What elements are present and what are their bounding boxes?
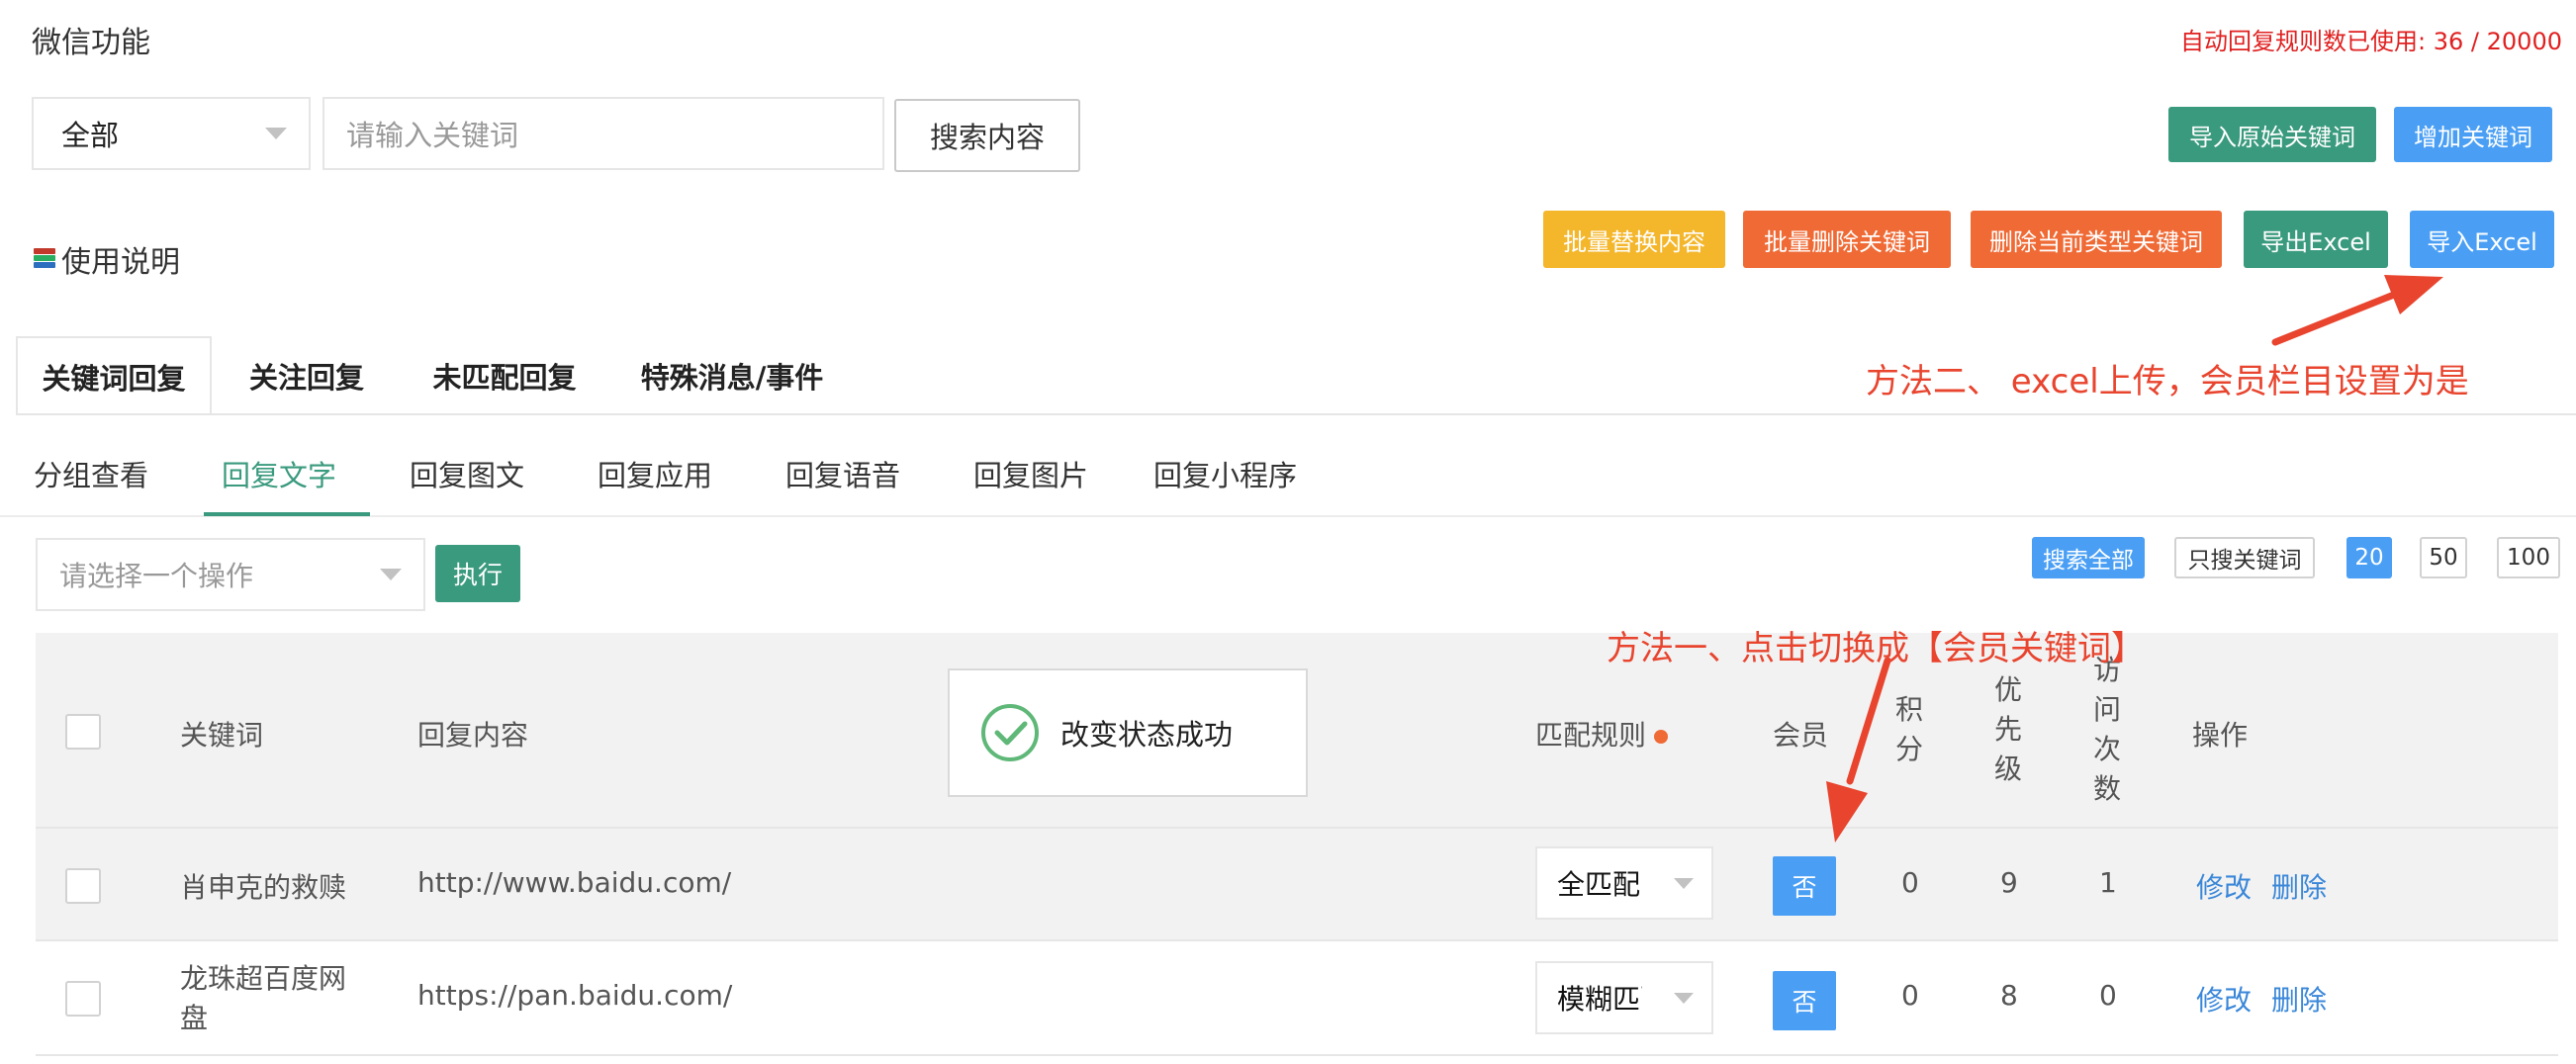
arrow-to-import-excel-icon	[2271, 275, 2443, 346]
annotation-arrows	[1826, 275, 2443, 842]
arrow-to-member-button-icon	[1826, 657, 1891, 842]
